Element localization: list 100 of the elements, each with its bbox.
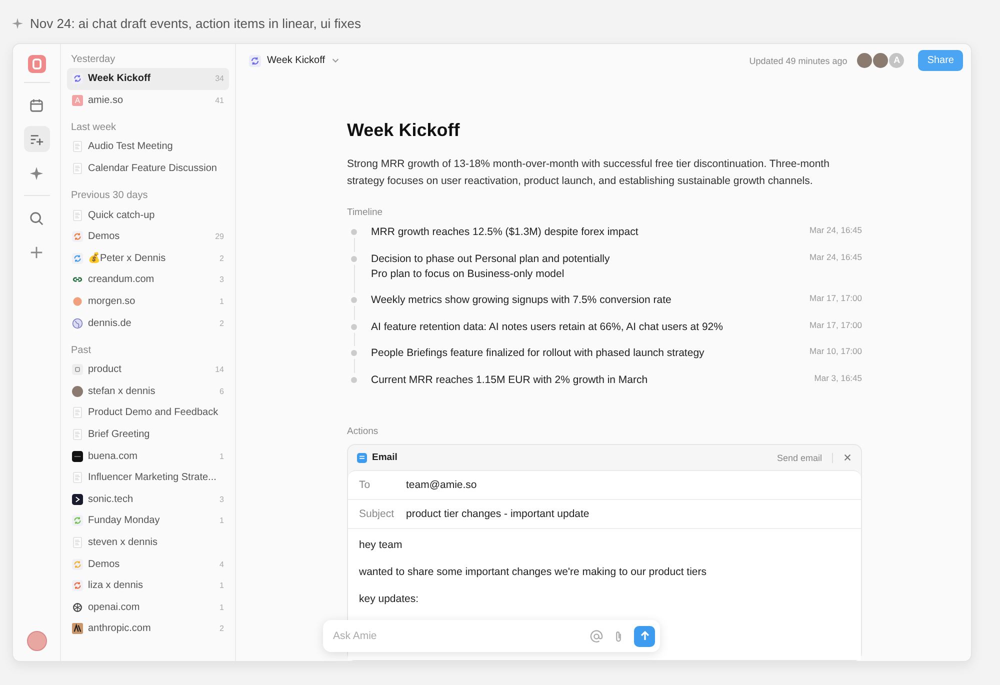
- item-count: 1: [220, 581, 224, 590]
- item-count: 1: [220, 516, 224, 526]
- sidebar-item[interactable]: anthropic.com 2: [67, 618, 229, 640]
- item-count: 6: [220, 386, 224, 396]
- email-body-line: wanted to share some important changes we're making to our product tiers: [359, 566, 708, 578]
- timeline-entry: AI feature retention data: AI notes users retain at 66%, AI chat users at 92%: [371, 320, 724, 334]
- item-count: 2: [220, 318, 224, 328]
- email-icon: [357, 452, 367, 462]
- sidebar-item[interactable]: Influencer Marketing Strate...: [67, 466, 229, 488]
- item-count: 3: [220, 494, 224, 504]
- logo-icon: [72, 450, 83, 462]
- timeline-time: Mar 10, 17:00: [810, 346, 862, 356]
- note-title-menu[interactable]: Week Kickoff: [267, 55, 325, 66]
- sidebar-item[interactable]: Demos 29: [67, 226, 229, 248]
- close-icon[interactable]: [843, 453, 852, 462]
- sync-icon: [72, 558, 83, 570]
- sidebar-item[interactable]: product 14: [67, 358, 229, 381]
- timeline-time: Mar 3, 16:45: [814, 372, 862, 382]
- timeline-dot: [351, 297, 357, 303]
- timeline-dot: [351, 229, 357, 235]
- sidebar-item[interactable]: Week Kickoff 34: [67, 68, 229, 90]
- sidebar-item[interactable]: dennis.de 2: [67, 312, 229, 334]
- item-count: 4: [220, 560, 224, 569]
- user-avatar[interactable]: [26, 631, 46, 651]
- sidebar-item[interactable]: Product Demo and Feedback: [67, 402, 229, 424]
- sidebar-item[interactable]: sonic.tech 3: [67, 488, 229, 510]
- sparkle-icon: [12, 18, 23, 28]
- timeline-entry: People Briefings feature finalized for rollout with phased launch strategy: [371, 346, 706, 361]
- sync-icon: [72, 580, 83, 592]
- sync-icon: [249, 54, 261, 66]
- item-count: 34: [215, 74, 224, 84]
- item-count: 2: [220, 624, 224, 634]
- summary-paragraph: Strong MRR growth of 13-18% month-over-month with successful free tier discontinuation. Three-month strategy focuses on user reactivation, product launch, and establishing sustainable growth channels.: [347, 157, 830, 189]
- timeline-entry: MRR growth reaches 12.5% ($1.3M) despite forex impact: [371, 225, 640, 240]
- square-icon: [72, 364, 83, 376]
- item-count: 2: [220, 254, 224, 263]
- sync-icon: [72, 515, 83, 526]
- timeline-time: Mar 17, 17:00: [810, 293, 862, 303]
- avatar-circle: [857, 53, 872, 68]
- sidebar-item[interactable]: liza x dennis 1: [67, 574, 229, 596]
- timeline-entry: Decision to phase out Personal plan and potentially Pro plan to focus on Business-only model: [371, 252, 611, 282]
- document-icon: [72, 429, 83, 440]
- email-field[interactable]: product tier changes - important update: [406, 508, 590, 520]
- timeline-time: Mar 24, 16:45: [810, 252, 862, 262]
- logo-icon: [72, 623, 83, 634]
- timeline-dot: [351, 376, 357, 382]
- document-title: Week Kickoff: [347, 120, 461, 141]
- app-logo-icon: [28, 55, 46, 73]
- section-heading: Previous 30 days: [70, 189, 149, 204]
- sidebar-item[interactable]: Demos 4: [67, 553, 229, 575]
- avatar-circle: [873, 53, 888, 68]
- sidebar-item[interactable]: steven x dennis: [67, 532, 229, 554]
- section-heading: Last week: [70, 121, 118, 136]
- sidebar-item[interactable]: creandum.com 3: [67, 269, 229, 291]
- email-body-line: hey team: [359, 539, 404, 551]
- updated-time: Updated 49 minutes ago: [749, 56, 848, 66]
- item-count: 3: [220, 275, 224, 284]
- email-field[interactable]: team@amie.so: [406, 479, 477, 491]
- globe-icon: [72, 318, 83, 329]
- item-count: 1: [220, 452, 224, 461]
- sidebar-item[interactable]: Brief Greeting: [67, 424, 229, 446]
- sidebar-item[interactable]: Calendar Feature Discussion: [67, 158, 229, 180]
- document-icon: [72, 536, 83, 548]
- sidebar-item[interactable]: Quick catch-up: [67, 204, 229, 226]
- field-label: Subject: [359, 508, 396, 520]
- chevron-down-icon[interactable]: [331, 56, 340, 65]
- sidebar-item[interactable]: A amie.so 41: [67, 90, 229, 112]
- section-heading: Past: [70, 344, 92, 358]
- sidebar-item[interactable]: buena.com 1: [67, 445, 229, 467]
- timeline-dot: [351, 256, 357, 262]
- letter-avatar: A: [72, 94, 83, 106]
- sidebar-item[interactable]: 💰Peter x Dennis 2: [67, 248, 229, 270]
- mention-icon[interactable]: [590, 630, 603, 642]
- sidebar-item[interactable]: openai.com 1: [67, 596, 229, 618]
- sync-icon: [72, 73, 83, 84]
- timeline-dot: [351, 350, 357, 356]
- sidebar-item[interactable]: Audio Test Meeting: [67, 136, 229, 158]
- ask-field[interactable]: Ask Amie: [333, 630, 581, 642]
- sidebar-item[interactable]: morgen.so 1: [67, 290, 229, 312]
- banner-title: Nov 24: ai chat draft events, action items in linear, ui fixes: [30, 16, 361, 30]
- sidebar-item[interactable]: Funday Monday 1: [67, 510, 229, 532]
- sync-icon: [72, 231, 83, 242]
- send-button[interactable]: [634, 626, 655, 646]
- avatar-circle: [72, 386, 83, 397]
- sidebar-item[interactable]: stefan x dennis 6: [67, 380, 229, 402]
- item-count: 1: [220, 297, 224, 306]
- chevron-logo-icon: [72, 494, 83, 505]
- document-icon: [72, 163, 83, 174]
- arrow-up-icon: [638, 630, 650, 642]
- dot-icon: [72, 296, 83, 308]
- notes-icon[interactable]: [24, 126, 50, 152]
- section-heading: Actions: [347, 426, 380, 437]
- letter-avatar: A: [889, 53, 904, 68]
- section-heading: Timeline: [347, 207, 384, 218]
- document-icon: [72, 472, 83, 484]
- sync-icon: [72, 252, 83, 264]
- field-label: To: [359, 479, 372, 491]
- item-count: 1: [220, 602, 224, 612]
- email-body-line: key updates:: [359, 593, 420, 605]
- document-icon: [72, 210, 83, 221]
